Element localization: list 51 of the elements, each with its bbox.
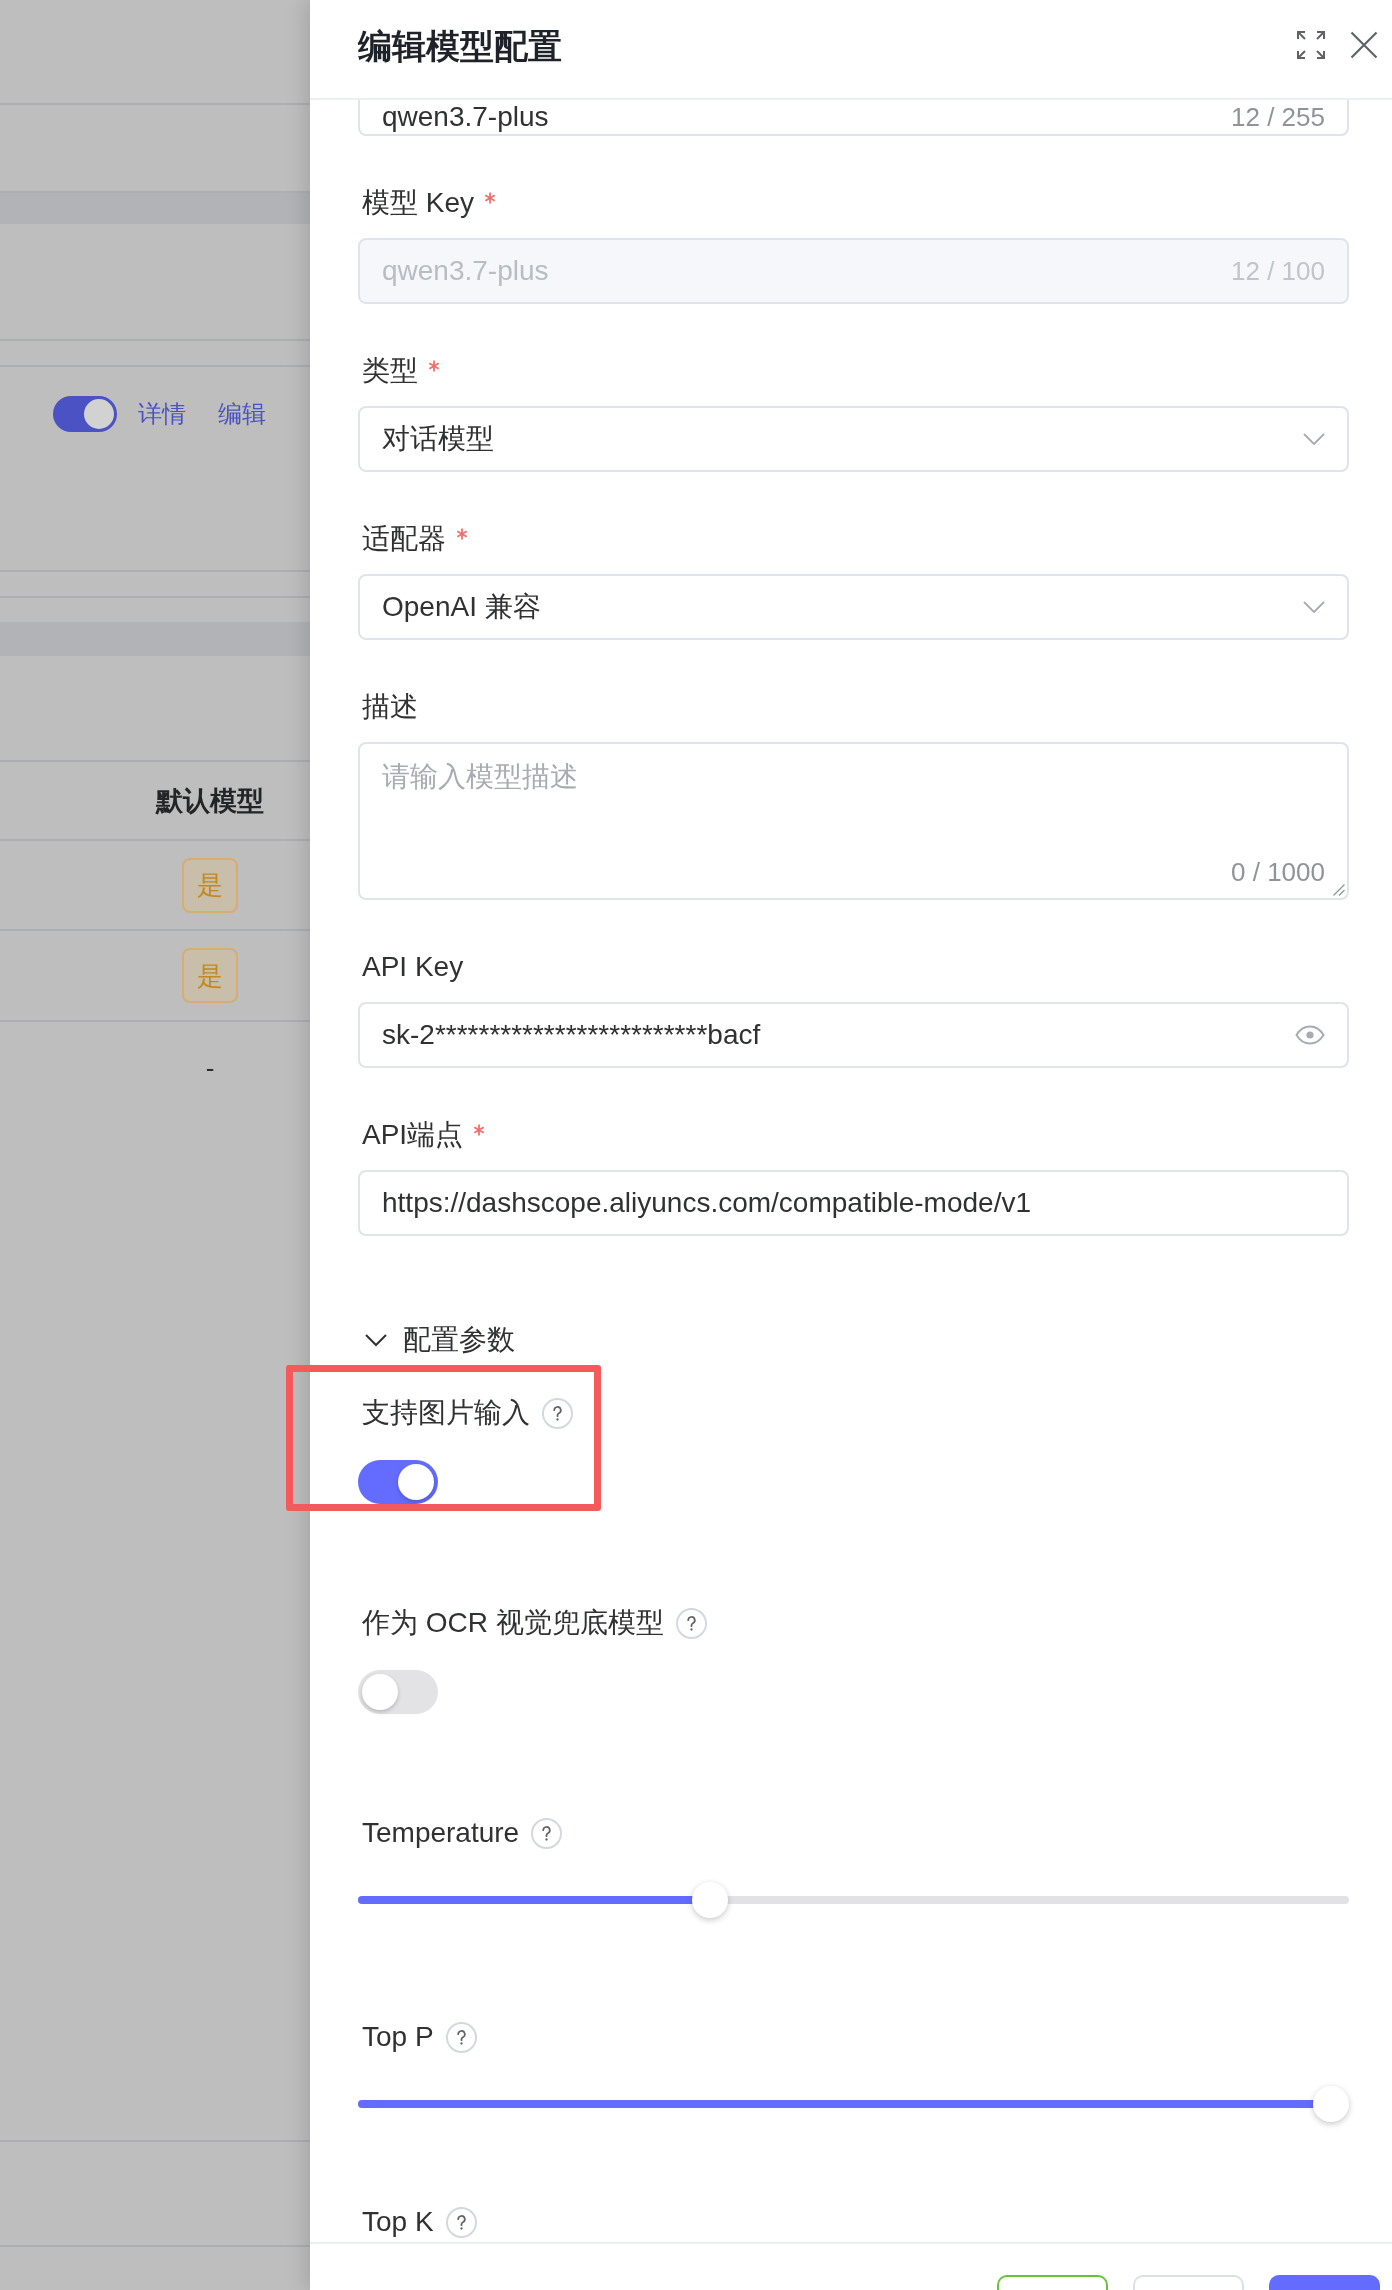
field-label: API端点: [362, 1119, 464, 1151]
help-icon[interactable]: [531, 1817, 563, 1849]
tag: 是: [182, 948, 238, 1003]
select-field[interactable]: 对话模型: [358, 406, 1349, 472]
table-cell: -: [205, 1053, 215, 1083]
slider-thumb[interactable]: [692, 1882, 729, 1918]
setting-label: 作为 OCR 视觉兜底模型: [362, 1607, 664, 1639]
eye-icon[interactable]: [1295, 1025, 1325, 1045]
help-icon[interactable]: [542, 1397, 573, 1429]
slider[interactable]: [358, 2086, 1349, 2122]
slider[interactable]: [358, 1882, 1349, 1918]
column-header: 默认模型: [156, 784, 264, 817]
help-icon[interactable]: [675, 1607, 707, 1639]
placeholder-text: 请输入模型描述: [382, 761, 579, 793]
field-label: 描述: [362, 691, 418, 723]
setting-label: Top K: [362, 2206, 434, 2238]
field-label: 类型: [362, 355, 418, 387]
chevron-down-icon: [1303, 433, 1325, 445]
field-label: 适配器: [362, 523, 446, 555]
character-count: 12 / 255: [1231, 102, 1325, 132]
text-field[interactable]: qwen3.7-plus 12 / 255: [358, 100, 1349, 136]
section-toggle[interactable]: 配置参数: [358, 1326, 515, 1354]
select-field[interactable]: OpenAI 兼容: [358, 574, 1349, 640]
drawer-title: 编辑模型配置: [358, 26, 562, 66]
input-value: https://dashscope.aliyuncs.com/compatible-mode/v1: [382, 1187, 1031, 1219]
setting-label: Top P: [362, 2021, 434, 2053]
toggle-switch[interactable]: [358, 1460, 438, 1504]
primary-button[interactable]: [1269, 2275, 1380, 2290]
expand-icon[interactable]: [1297, 31, 1325, 59]
select-value: OpenAI 兼容: [382, 591, 541, 623]
input-value: qwen3.7-plus: [382, 255, 549, 287]
password-field[interactable]: sk-2*************************bacf: [358, 1002, 1349, 1068]
confirm-button[interactable]: [997, 2275, 1108, 2290]
close-icon[interactable]: [1350, 31, 1378, 59]
chevron-down-icon: [1303, 601, 1325, 613]
field-label: 模型 Key: [362, 187, 475, 219]
toggle-switch[interactable]: [53, 396, 117, 432]
text-field[interactable]: https://dashscope.aliyuncs.com/compatible-mode/v1: [358, 1170, 1349, 1236]
input-value: qwen3.7-plus: [382, 101, 549, 133]
help-icon[interactable]: [445, 2206, 477, 2238]
character-count: 0 / 1000: [1231, 857, 1325, 887]
field-label: API Key: [362, 951, 464, 983]
select-value: 对话模型: [382, 423, 494, 455]
toggle-switch[interactable]: [358, 1670, 438, 1714]
slider-thumb[interactable]: [1313, 2086, 1349, 2122]
help-icon[interactable]: [445, 2021, 477, 2053]
setting-label: Temperature: [362, 1817, 520, 1849]
tag: 是: [182, 857, 238, 913]
setting-label: 支持图片输入: [362, 1397, 530, 1429]
input-value: sk-2*************************bacf: [382, 1019, 761, 1051]
resize-handle-icon[interactable]: [1333, 884, 1345, 896]
